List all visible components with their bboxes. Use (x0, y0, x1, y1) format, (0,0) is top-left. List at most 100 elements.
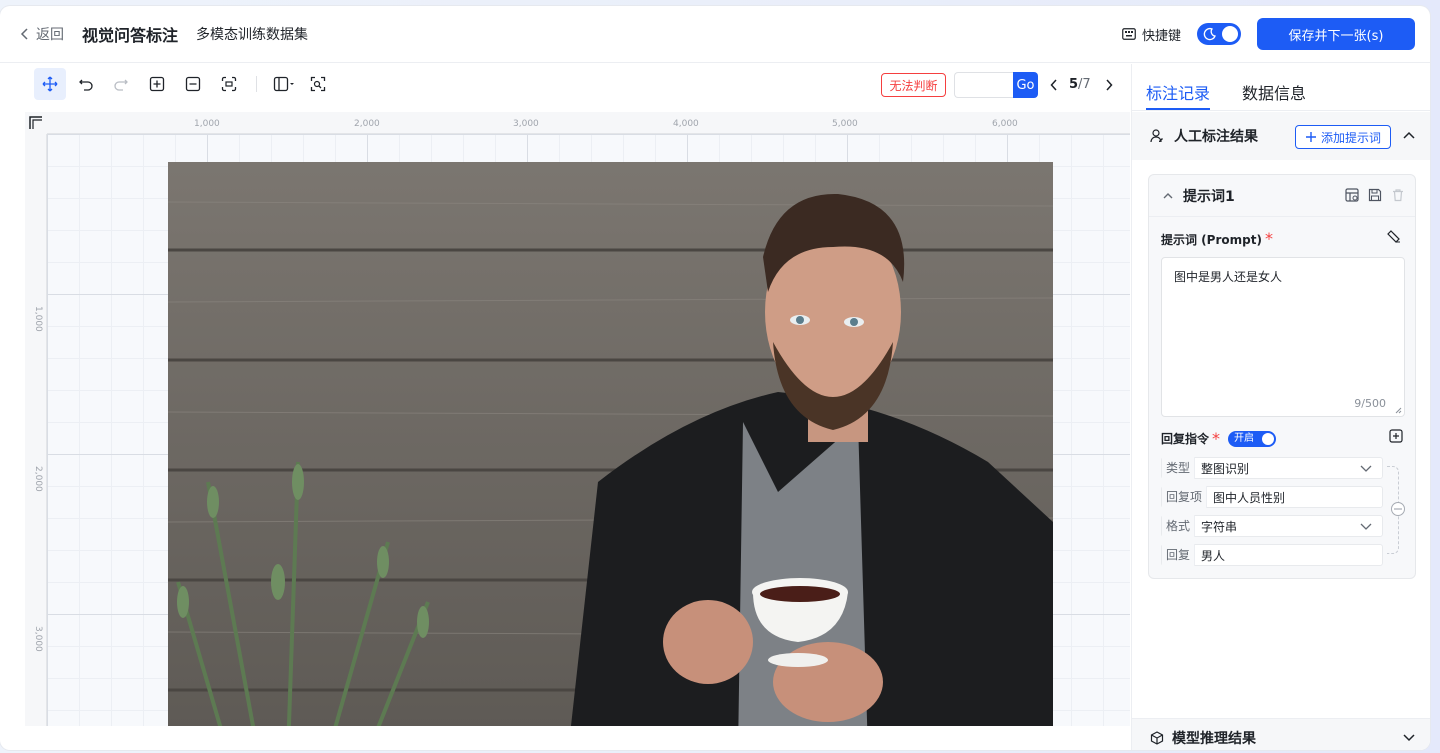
field-reply-item[interactable]: 回复项 图中人员性别 (1161, 486, 1383, 508)
fit-screen-button[interactable] (213, 68, 245, 100)
go-button[interactable]: Go (1013, 72, 1038, 98)
reply-switch[interactable]: 开启 (1228, 430, 1277, 447)
field-key: 回复 (1162, 544, 1196, 566)
annotation-canvas[interactable]: 1,000 2,000 3,000 4,000 5,000 6,000 1,00… (25, 112, 1130, 726)
remove-reply-button[interactable] (1391, 502, 1405, 516)
dataset-name: 多模态训练数据集 (196, 27, 309, 43)
move-tool[interactable] (34, 68, 66, 100)
toggle-knob (1222, 26, 1238, 42)
field-key: 回复项 (1162, 486, 1208, 508)
cannot-judge-button[interactable]: 无法判断 (881, 73, 946, 97)
ai-detect-button[interactable] (302, 68, 334, 100)
keyboard-icon (1122, 28, 1136, 40)
canvas-grid (47, 134, 1130, 726)
shortcut-button[interactable]: 快捷键 (1122, 25, 1181, 44)
save-icon[interactable] (1368, 188, 1382, 202)
field-value: 整图识别 (1201, 461, 1250, 476)
add-prompt-label: 添加提示词 (1320, 130, 1381, 145)
ruler-label: 3,000 (513, 119, 539, 129)
redo-icon (114, 79, 128, 91)
page-jump-input[interactable] (954, 72, 1014, 98)
clear-prompt-icon[interactable] (1387, 229, 1401, 243)
manual-result-title: 人工标注结果 (1174, 129, 1258, 145)
ruler-vertical: 1,000 2,000 3,000 (25, 134, 47, 726)
ai-detect-icon (310, 76, 326, 92)
chevron-left-icon (20, 28, 28, 40)
chevron-down-icon (1360, 523, 1372, 530)
top-bar: 返回 视觉问答标注 多模态训练数据集 快捷键 保存并下一张(s) (0, 6, 1430, 63)
minus-icon (1394, 508, 1402, 510)
required-mark: * (1212, 429, 1221, 448)
chevron-down-icon (1360, 465, 1372, 472)
save-next-button[interactable]: 保存并下一张(s) (1257, 18, 1415, 50)
add-prompt-button[interactable]: 添加提示词 (1295, 125, 1391, 149)
prompt-text: 图中是男人还是女人 (1174, 270, 1283, 284)
ruler-label: 6,000 (992, 119, 1018, 129)
panel-tabs: 标注记录 数据信息 (1132, 64, 1430, 111)
undo-button[interactable] (70, 68, 102, 100)
back-label: 返回 (36, 27, 64, 43)
right-panel: 标注记录 数据信息 人工标注结果 添加提示词 提示词1 提示词 (Prompt)… (1131, 64, 1430, 750)
back-button[interactable]: 返回 (20, 24, 64, 44)
model-result-header[interactable]: 模型推理结果 (1132, 718, 1430, 750)
field-type[interactable]: 类型 整图识别 (1161, 457, 1383, 479)
template-icon[interactable] (1345, 188, 1359, 202)
ruler-label: 4,000 (673, 119, 699, 129)
field-reply[interactable]: 回复 男人 (1161, 544, 1383, 566)
layout-icon (273, 76, 294, 92)
ruler-corner-icon (29, 116, 42, 129)
field-value: 男人 (1201, 548, 1226, 563)
plus-icon (1305, 132, 1316, 142)
char-counter: 9/500 (1354, 397, 1386, 410)
chevron-left-icon (1050, 79, 1057, 91)
required-mark: * (1264, 229, 1273, 248)
tab-data-info[interactable]: 数据信息 (1242, 80, 1306, 104)
field-key: 格式 (1162, 515, 1196, 537)
reply-instruction-row: 回复指令 * 开启 (1161, 429, 1277, 448)
field-key: 类型 (1162, 457, 1196, 479)
delete-icon[interactable] (1391, 188, 1405, 202)
zoom-in-button[interactable] (141, 68, 173, 100)
ruler-label: 3,000 (33, 626, 43, 652)
ruler-label: 5,000 (832, 119, 858, 129)
next-page-button[interactable] (1100, 74, 1118, 96)
fit-screen-icon (221, 76, 237, 92)
page-indicator: 5/7 (1069, 77, 1091, 92)
model-result-title: 模型推理结果 (1172, 730, 1256, 747)
app-window: 返回 视觉问答标注 多模态训练数据集 快捷键 保存并下一张(s) 无法判断 Go… (0, 6, 1430, 750)
resize-handle-icon[interactable] (1395, 407, 1402, 414)
prompt-label: 提示词 (Prompt) (1161, 233, 1262, 247)
chevron-down-icon[interactable] (1403, 734, 1415, 742)
theme-toggle[interactable] (1197, 23, 1241, 45)
moon-icon (1203, 27, 1216, 41)
move-icon (42, 76, 58, 92)
ruler-label: 1,000 (33, 306, 43, 332)
canvas-toolbar: 无法判断 Go 5/7 (0, 64, 1130, 112)
add-reply-icon[interactable] (1389, 429, 1403, 443)
shortcut-label: 快捷键 (1141, 28, 1181, 44)
redo-button[interactable] (105, 68, 137, 100)
tab-annotation-records[interactable]: 标注记录 (1146, 80, 1211, 110)
toolbar-divider (256, 76, 257, 92)
zoom-out-button[interactable] (177, 68, 209, 100)
field-value: 字符串 (1201, 519, 1238, 534)
prompt-card: 提示词1 提示词 (Prompt) * 图中是男人还是女人 9/500 回复指令 * (1148, 174, 1416, 579)
ruler-label: 2,000 (354, 119, 380, 129)
page-current: 5 (1069, 77, 1079, 92)
chevron-up-icon[interactable] (1403, 131, 1415, 139)
prompt-textarea[interactable]: 图中是男人还是女人 9/500 (1161, 257, 1405, 417)
switch-knob (1262, 432, 1275, 445)
ruler-label: 1,000 (194, 119, 220, 129)
chevron-up-icon[interactable] (1163, 192, 1173, 199)
page-total: /7 (1078, 77, 1091, 92)
manual-result-header: 人工标注结果 添加提示词 (1132, 112, 1430, 160)
prompt-card-title: 提示词1 (1183, 188, 1235, 205)
zoom-in-icon (149, 76, 165, 92)
prev-page-button[interactable] (1045, 74, 1063, 96)
field-format[interactable]: 格式 字符串 (1161, 515, 1383, 537)
field-value: 图中人员性别 (1213, 490, 1286, 505)
layout-button[interactable] (266, 68, 302, 100)
chevron-right-icon (1106, 79, 1113, 91)
ruler-corner[interactable] (25, 112, 47, 134)
reply-label: 回复指令 (1161, 432, 1210, 446)
